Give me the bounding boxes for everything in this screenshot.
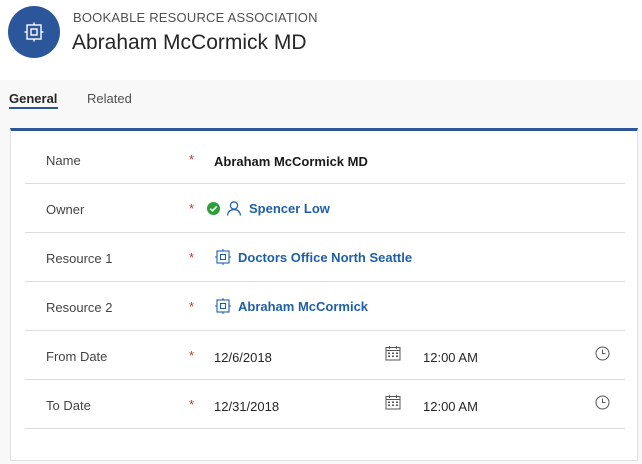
field-row-to-date: To Date * 12/31/2018 12:00 AM xyxy=(25,380,625,429)
required-indicator: * xyxy=(189,348,195,363)
active-tab-indicator xyxy=(9,107,58,109)
field-row-resource-1: Resource 1 * Doctors Office North Seattl… xyxy=(25,233,625,282)
owner-lookup[interactable]: Spencer Low xyxy=(207,200,330,216)
owner-link[interactable]: Spencer Low xyxy=(249,201,330,216)
resource-icon xyxy=(215,249,231,265)
tab-related[interactable]: Related xyxy=(87,91,132,106)
available-check-icon xyxy=(207,201,220,215)
resource-2-link[interactable]: Abraham McCormick xyxy=(238,299,368,314)
resource-icon xyxy=(215,298,231,314)
required-indicator: * xyxy=(189,152,195,167)
tab-general[interactable]: General xyxy=(9,91,57,106)
calendar-icon[interactable] xyxy=(385,345,401,366)
general-section: Name * Abraham McCormick MD Owner * Spen… xyxy=(10,128,638,461)
clock-icon[interactable] xyxy=(595,346,610,366)
field-row-owner: Owner * Spencer Low xyxy=(25,184,625,233)
field-label: Resource 1 xyxy=(46,251,113,266)
record-title: Abraham McCormick MD xyxy=(72,31,307,54)
clock-icon[interactable] xyxy=(595,395,610,415)
required-indicator: * xyxy=(189,250,195,265)
field-label: Name xyxy=(46,153,81,168)
calendar-icon[interactable] xyxy=(385,394,401,415)
from-date-input[interactable]: 12/6/2018 xyxy=(214,350,272,365)
name-field[interactable]: Abraham McCormick MD xyxy=(214,154,368,169)
field-label: Resource 2 xyxy=(46,300,113,315)
resource-1-link[interactable]: Doctors Office North Seattle xyxy=(238,250,412,265)
to-date-input[interactable]: 12/31/2018 xyxy=(214,399,279,414)
required-indicator: * xyxy=(189,299,195,314)
field-row-resource-2: Resource 2 * Abraham McCormick xyxy=(25,282,625,331)
person-icon xyxy=(226,200,242,216)
record-header: BOOKABLE RESOURCE ASSOCIATION Abraham Mc… xyxy=(0,0,642,80)
field-row-from-date: From Date * 12/6/2018 12:00 AM xyxy=(25,331,625,380)
field-label: From Date xyxy=(46,349,108,364)
field-row-name: Name * Abraham McCormick MD xyxy=(25,135,625,184)
required-indicator: * xyxy=(189,397,195,412)
field-label: Owner xyxy=(46,202,85,217)
resource-1-lookup[interactable]: Doctors Office North Seattle xyxy=(215,249,412,265)
to-time-input[interactable]: 12:00 AM xyxy=(423,399,478,414)
field-label: To Date xyxy=(46,398,91,413)
entity-type-label: BOOKABLE RESOURCE ASSOCIATION xyxy=(73,10,318,25)
resource-2-lookup[interactable]: Abraham McCormick xyxy=(215,298,368,314)
bookable-resource-icon xyxy=(8,6,60,58)
tab-bar: General Related xyxy=(0,80,642,125)
required-indicator: * xyxy=(189,201,195,216)
from-time-input[interactable]: 12:00 AM xyxy=(423,350,478,365)
